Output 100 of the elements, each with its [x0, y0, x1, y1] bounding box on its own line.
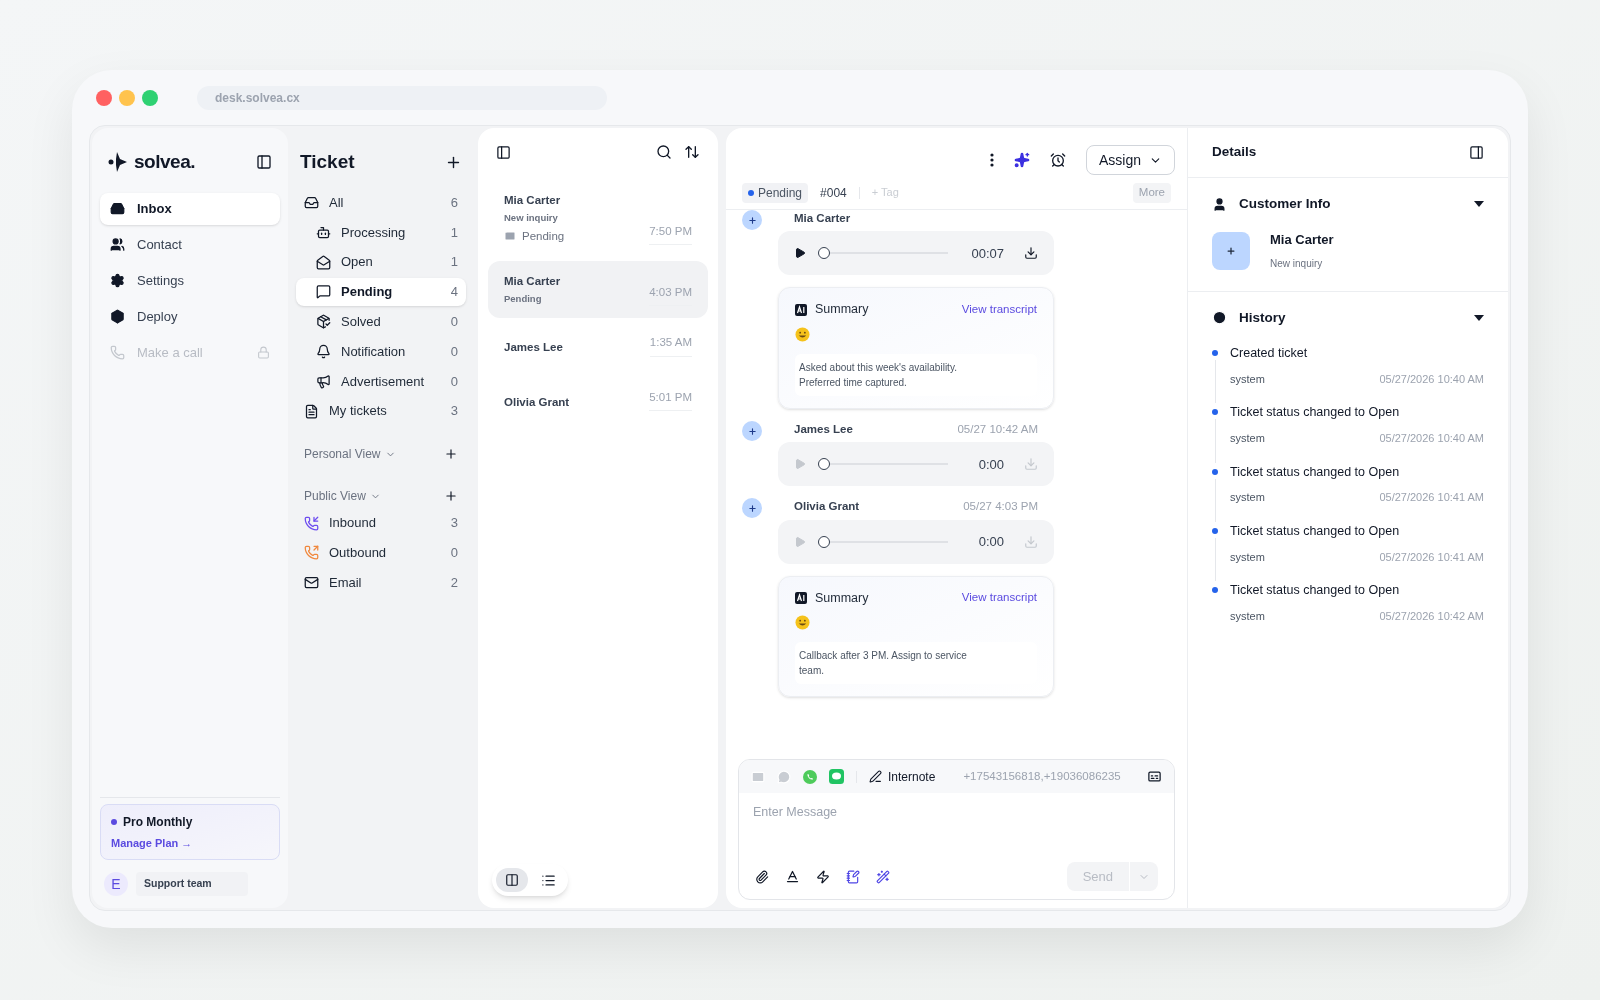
plus-icon	[444, 447, 458, 462]
lock-icon	[257, 346, 270, 359]
ticket-filter[interactable]: Email 2	[296, 568, 466, 597]
event-actor: system	[1230, 371, 1265, 387]
list-icon	[540, 872, 556, 888]
summary-title: Summary	[815, 301, 869, 319]
ai-write-button[interactable]	[876, 869, 890, 884]
text-format-button[interactable]	[785, 869, 800, 884]
download-icon	[1024, 534, 1038, 549]
message-composer[interactable]: Internote +17543156818,+19036086235 Enter Message Send	[738, 759, 1175, 900]
message-icon	[829, 769, 844, 784]
download-icon	[1024, 246, 1038, 261]
search-button[interactable]	[656, 144, 672, 160]
attach-button[interactable]	[755, 869, 769, 884]
plus-icon	[1226, 245, 1236, 256]
plan-name: Pro Monthly	[123, 813, 193, 831]
ticket-filter[interactable]: Open 1	[296, 248, 466, 277]
audio-slider[interactable]	[818, 457, 948, 472]
ticket-filter[interactable]: Solved 0	[296, 307, 466, 336]
whatsapp-icon	[803, 769, 817, 784]
nav-item[interactable]: Deploy	[100, 300, 280, 333]
user-avatar: E	[104, 872, 128, 896]
event-title: Ticket status changed to Open	[1230, 463, 1401, 481]
view-toggle[interactable]	[496, 868, 528, 892]
nav-item[interactable]: Inbox	[100, 192, 280, 225]
ticket-filter[interactable]: Pending 4	[296, 277, 466, 306]
message-input[interactable]: Enter Message	[739, 793, 1174, 855]
quick-reply-button[interactable]	[816, 869, 830, 884]
clock-icon	[1212, 310, 1227, 326]
event-time: 05/27/2026 10:41 AM	[1379, 490, 1484, 506]
people-icon	[110, 237, 125, 252]
contact-name: Mia Carter	[504, 273, 561, 289]
ticket-filter[interactable]: Outbound 0	[296, 538, 466, 567]
incoming-call-icon	[304, 515, 319, 531]
more-options-button[interactable]	[989, 153, 994, 167]
notes-icon	[846, 869, 860, 884]
view-transcript-link[interactable]: View transcript	[961, 301, 1037, 319]
ai-assist-button[interactable]	[1013, 152, 1030, 168]
panel-icon	[1469, 145, 1484, 160]
audio-slider[interactable]	[818, 246, 948, 261]
section-toggle[interactable]: Public View	[304, 487, 381, 506]
ticket-item[interactable]: Mia Carter Pending 4:03 PM	[488, 260, 708, 319]
ticket-filter[interactable]: All 6	[296, 188, 466, 217]
document-icon	[304, 403, 319, 419]
event-actor: system	[1230, 490, 1265, 506]
assign-button[interactable]: Assign	[1085, 145, 1175, 175]
internal-note-button[interactable]: Internote	[869, 767, 936, 786]
toggle-panel-button[interactable]	[1469, 145, 1484, 160]
panel-icon	[256, 154, 272, 171]
ticket-filter[interactable]: Inbound 3	[296, 509, 466, 538]
ticket-filter[interactable]: Advertisement 0	[296, 367, 466, 396]
sender-name: Mia Carter	[794, 211, 851, 226]
ticket-filter[interactable]: Processing 1	[296, 218, 466, 247]
audio-slider[interactable]	[818, 534, 948, 549]
audio-duration: 0:00	[977, 455, 1004, 474]
message-icon	[316, 284, 331, 300]
chat-icon	[777, 769, 791, 784]
cube-icon	[110, 309, 125, 324]
ticket-filter[interactable]: Notification 0	[296, 337, 466, 366]
event-actor: system	[1230, 431, 1265, 446]
add-view-button[interactable]	[444, 489, 458, 504]
channel-toggle[interactable]	[777, 769, 791, 784]
text-format-icon	[785, 869, 800, 884]
ticket-time: 7:50 PM	[649, 222, 692, 245]
event-title: Ticket status changed to Open	[1230, 582, 1401, 599]
nav-item[interactable]: Settings	[100, 264, 280, 297]
add-view-button[interactable]	[444, 447, 458, 462]
caret-icon[interactable]	[1474, 314, 1484, 321]
collapse-sidebar-button[interactable]	[256, 154, 272, 171]
section-toggle[interactable]: Personal View	[304, 445, 396, 464]
team-name: Support team	[136, 872, 248, 896]
contact-name: James Lee	[504, 340, 563, 356]
sender-name: Olivia Grant	[794, 499, 860, 515]
template-button[interactable]	[846, 869, 860, 884]
panel-title: Details	[1212, 143, 1257, 162]
channel-toggle[interactable]	[803, 769, 817, 784]
magic-wand-icon	[876, 869, 890, 884]
event-actor: system	[1230, 549, 1265, 565]
channel-toggle[interactable]	[829, 769, 844, 784]
alarm-clock-icon	[1049, 152, 1066, 168]
event-actor: system	[1230, 608, 1265, 624]
smiley-icon	[795, 615, 810, 631]
view-transcript-link[interactable]: View transcript	[961, 589, 1037, 607]
contact-name: Olivia Grant	[504, 394, 570, 410]
event-time: 05/27/2026 10:40 AM	[1379, 431, 1484, 446]
caret-icon[interactable]	[1474, 201, 1484, 208]
play-button[interactable]	[794, 247, 806, 260]
download-icon	[1024, 457, 1038, 472]
open-envelope-icon	[316, 254, 331, 270]
ai-icon	[795, 303, 807, 316]
toggle-panel-button[interactable]	[496, 144, 511, 160]
manage-plan-link[interactable]: Manage Plan →	[111, 834, 269, 851]
ai-icon	[795, 591, 807, 604]
message-time: 05/27 10:42 AM	[957, 422, 1038, 437]
summary-title: Summary	[815, 589, 869, 607]
expand-button[interactable]	[1147, 769, 1162, 784]
sort-button[interactable]	[684, 144, 700, 160]
snooze-button[interactable]	[1049, 152, 1066, 168]
nav-item[interactable]: Contact	[100, 228, 280, 261]
ticket-filter[interactable]: My tickets 3	[296, 397, 466, 426]
